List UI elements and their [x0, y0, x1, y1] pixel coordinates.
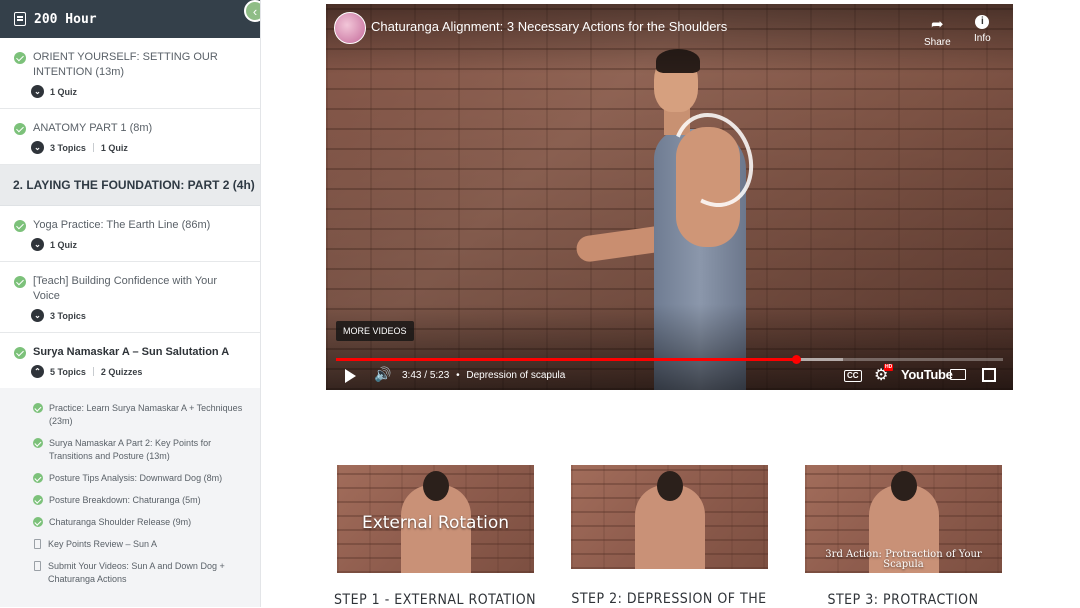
topic-item[interactable]: Practice: Learn Surya Namaskar A + Techn… [0, 402, 260, 428]
check-icon [33, 495, 43, 505]
section-header[interactable]: 2. LAYING THE FOUNDATION: PART 2 (4h) [0, 165, 260, 206]
hd-badge: HD [884, 364, 894, 371]
duration: 5:23 [429, 370, 450, 381]
video-title[interactable]: Chaturanga Alignment: 3 Necessary Action… [371, 19, 727, 34]
thumbnail-caption: 3rd Action: Protraction of Your Scapula [825, 549, 982, 570]
check-icon [33, 473, 43, 483]
lesson-title: [Teach] Building Confidence with Your Vo… [33, 275, 218, 302]
captions-icon[interactable]: CC [844, 370, 862, 382]
video-player[interactable]: Chaturanga Alignment: 3 Necessary Action… [326, 4, 1013, 390]
lesson-meta: 1 Quiz [50, 86, 78, 97]
share-label: Share [924, 37, 951, 48]
topic-title: Surya Namaskar A Part 2: Key Points for … [49, 438, 212, 461]
play-icon[interactable] [345, 369, 356, 383]
check-icon [33, 403, 43, 413]
topic-item[interactable]: Surya Namaskar A Part 2: Key Points for … [0, 437, 260, 463]
quiz-item[interactable]: Key Points Review – Sun A [0, 538, 260, 551]
document-icon [34, 561, 41, 571]
topic-item[interactable]: Posture Tips Analysis: Downward Dog (8m) [0, 472, 260, 485]
lesson-meta: 1 Quiz [50, 239, 78, 250]
info-button[interactable]: i Info [974, 15, 991, 44]
sidebar-header: 200 Hour ‹ [0, 0, 260, 38]
chevron-down-icon[interactable]: ⌄ [31, 141, 44, 154]
youtube-logo[interactable]: YouTube [901, 367, 953, 382]
progress-bar[interactable] [336, 355, 1003, 364]
time-display: 3:43 / 5:23 • Depression of scapula [402, 370, 566, 381]
info-label: Info [974, 33, 991, 44]
chevron-down-icon[interactable]: ⌄ [31, 238, 44, 251]
meta-divider [92, 143, 94, 152]
topic-list: Practice: Learn Surya Namaskar A + Techn… [0, 388, 260, 607]
topic-item[interactable]: Posture Breakdown: Chaturanga (5m) [0, 494, 260, 507]
step-3-thumbnail[interactable]: 3rd Action: Protraction of Your Scapula [805, 465, 1002, 573]
topic-title: Key Points Review – Sun A [48, 539, 158, 549]
quiz-item[interactable]: Submit Your Videos: Sun A and Down Dog +… [0, 560, 260, 586]
step-1-heading: STEP 1 - EXTERNAL ROTATION [333, 592, 537, 608]
thumbnail-caption: External Rotation [361, 513, 510, 533]
topic-title: Posture Tips Analysis: Downward Dog (8m) [49, 473, 223, 483]
player-controls: 🔊 3:43 / 5:23 • Depression of scapula CC… [326, 364, 1013, 390]
check-icon [14, 276, 26, 288]
step-1-thumbnail[interactable]: External Rotation [337, 465, 534, 573]
lesson-item[interactable]: ORIENT YOURSELF: SETTING OUR INTENTION (… [0, 38, 260, 109]
check-icon [14, 123, 26, 135]
lesson-title: Surya Namaskar A – Sun Salutation A [33, 346, 230, 358]
lesson-title: ORIENT YOURSELF: SETTING OUR INTENTION (… [33, 51, 218, 78]
volume-icon[interactable]: 🔊 [374, 366, 391, 383]
document-icon [34, 539, 41, 549]
fullscreen-icon[interactable] [982, 368, 996, 382]
topic-title: Submit Your Videos: Sun A and Down Dog +… [48, 561, 225, 584]
share-button[interactable]: ➦ Share [924, 15, 951, 48]
lesson-meta: 1 Quiz [100, 142, 128, 153]
chapter-title[interactable]: Depression of scapula [466, 370, 565, 381]
section-title: 2. LAYING THE FOUNDATION: PART 2 (4h) [13, 178, 255, 192]
lesson-meta: 3 Topics [50, 310, 86, 321]
lesson-title: ANATOMY PART 1 (8m) [33, 122, 153, 134]
current-time: 3:43 [402, 370, 422, 381]
lesson-item[interactable]: Yoga Practice: The Earth Line (86m) ⌄ 1 … [0, 206, 260, 262]
check-icon [33, 438, 43, 448]
lesson-item[interactable]: ANATOMY PART 1 (8m) ⌄ 3 Topics 1 Quiz [0, 109, 260, 165]
topic-title: Practice: Learn Surya Namaskar A + Techn… [49, 403, 243, 426]
lesson-meta: 3 Topics [50, 142, 86, 153]
check-icon [14, 220, 26, 232]
lesson-meta: 5 Topics [50, 366, 86, 377]
course-sidebar: 200 Hour ‹ ORIENT YOURSELF: SETTING OUR … [0, 0, 261, 607]
collapse-sidebar-button[interactable]: ‹ [244, 0, 260, 22]
settings-icon[interactable]: ⚙ HD [874, 364, 894, 385]
time-separator: / [421, 370, 430, 381]
chevron-up-icon[interactable]: ⌃ [31, 365, 44, 378]
check-icon [33, 517, 43, 527]
lesson-item[interactable]: [Teach] Building Confidence with Your Vo… [0, 262, 260, 333]
topic-title: Posture Breakdown: Chaturanga (5m) [49, 495, 201, 505]
book-icon [14, 12, 26, 26]
airplay-icon[interactable] [950, 369, 966, 380]
more-videos-button[interactable]: MORE VIDEOS [336, 321, 414, 341]
played-bar [336, 358, 797, 361]
chevron-down-icon[interactable]: ⌄ [31, 309, 44, 322]
check-icon [14, 52, 26, 64]
chevron-down-icon[interactable]: ⌄ [31, 85, 44, 98]
step-3-heading: STEP 3: PROTRACTION [827, 592, 979, 608]
share-icon: ➦ [931, 16, 944, 33]
check-icon [14, 347, 26, 359]
info-icon: i [975, 15, 990, 29]
meta-divider [92, 367, 94, 376]
step-2-heading: STEP 2: DEPRESSION OF THE [571, 591, 767, 607]
chevron-left-icon: ‹ [252, 4, 258, 19]
lesson-title: Yoga Practice: The Earth Line (86m) [33, 219, 211, 231]
instructor-figure [634, 471, 705, 569]
step-2-thumbnail[interactable] [571, 465, 768, 569]
course-title: 200 Hour [34, 11, 97, 27]
lesson-meta: 2 Quizzes [100, 366, 143, 377]
channel-avatar[interactable] [334, 12, 366, 44]
topic-item[interactable]: Chaturanga Shoulder Release (9m) [0, 516, 260, 529]
topic-title: Chaturanga Shoulder Release (9m) [49, 517, 192, 527]
lesson-item-active[interactable]: Surya Namaskar A – Sun Salutation A ⌃ 5 … [0, 333, 260, 388]
